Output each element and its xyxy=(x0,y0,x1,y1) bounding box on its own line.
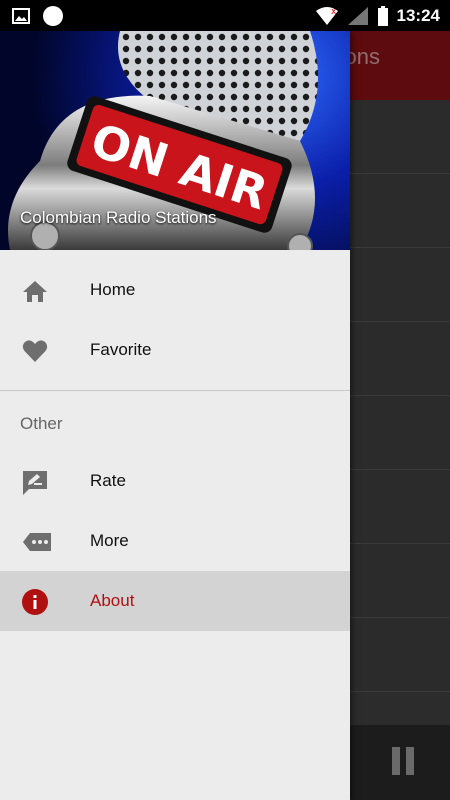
status-bar: x 13:24 xyxy=(0,0,450,31)
drawer-header: ON AIR Colombian Radio Stations xyxy=(0,31,350,250)
battery-icon xyxy=(377,5,388,26)
menu-item-rate[interactable]: Rate xyxy=(0,451,350,511)
menu-item-label: Favorite xyxy=(90,340,152,359)
menu-item-label: About xyxy=(90,591,135,610)
svg-text:x: x xyxy=(331,7,337,17)
menu-item-more[interactable]: More xyxy=(0,511,350,571)
clock: 13:24 xyxy=(396,5,440,25)
section-header-label: Other xyxy=(20,414,63,433)
pause-icon[interactable] xyxy=(392,747,414,775)
menu-item-label: More xyxy=(90,531,129,550)
menu-item-about[interactable]: About xyxy=(0,571,350,631)
image-icon xyxy=(12,8,30,24)
heart-icon xyxy=(22,340,48,362)
wifi-icon: x xyxy=(315,6,338,25)
signal-icon xyxy=(347,6,368,25)
menu-item-home[interactable]: Home xyxy=(0,260,350,320)
home-icon xyxy=(23,281,47,302)
menu-item-label: Rate xyxy=(90,471,126,490)
circle-icon xyxy=(43,6,63,26)
menu-item-favorite[interactable]: Favorite xyxy=(0,320,350,380)
more-icon xyxy=(23,533,51,551)
drawer-menu: Home Favorite Other Rate More About xyxy=(0,250,350,631)
menu-item-label: Home xyxy=(90,280,136,299)
navigation-drawer: ON AIR Colombian Radio Stations Home Fav… xyxy=(0,31,350,800)
info-icon xyxy=(22,589,48,615)
section-header-other: Other xyxy=(0,391,350,451)
rate-icon xyxy=(23,471,47,495)
drawer-header-title: Colombian Radio Stations xyxy=(20,208,217,227)
